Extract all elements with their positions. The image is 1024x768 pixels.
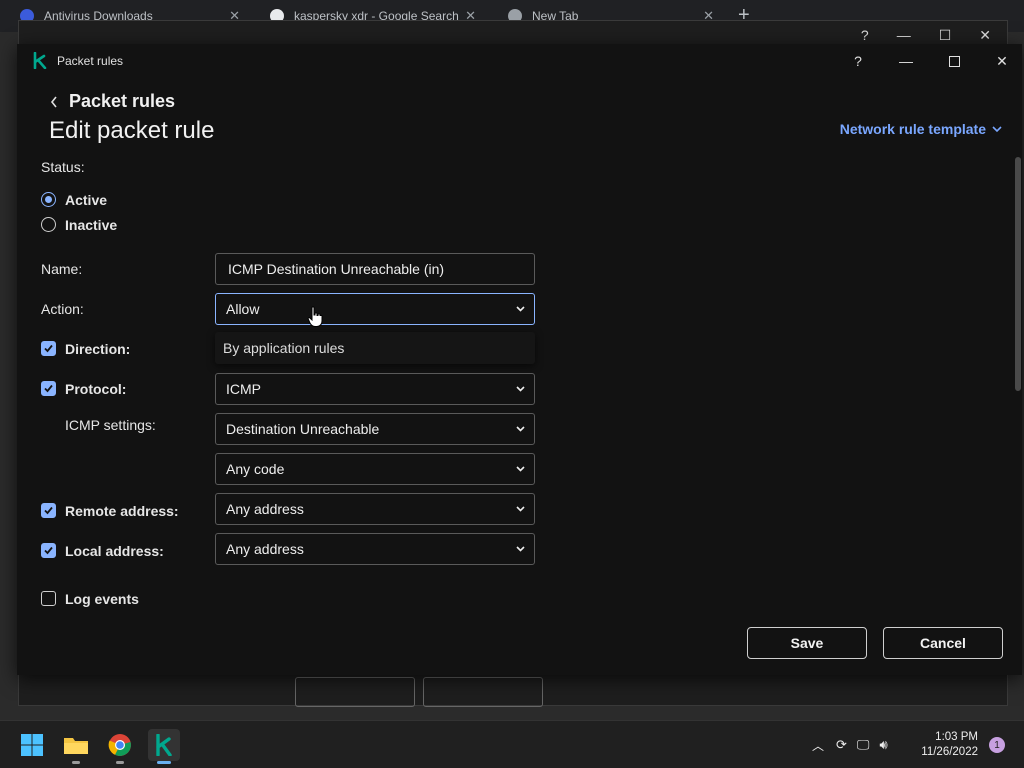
status-active-radio[interactable]	[41, 192, 56, 207]
file-explorer-icon[interactable]	[60, 729, 92, 764]
edit-packet-rule-dialog: Packet rules ? — ✕ Packet rules Edit pac…	[17, 44, 1022, 675]
system-tray: ︿ ⟳ 🖵 🔊︎	[812, 721, 888, 768]
remote-address-label[interactable]: Remote address:	[65, 503, 179, 519]
action-dropdown-option[interactable]: By application rules	[215, 332, 535, 364]
chevron-down-icon	[516, 546, 525, 552]
window-title: Packet rules	[57, 54, 124, 68]
kaspersky-taskbar-icon[interactable]	[148, 729, 180, 764]
running-indicator	[72, 761, 80, 764]
name-input-value[interactable]: ICMP Destination Unreachable (in)	[228, 261, 444, 277]
help-icon[interactable]: ?	[847, 50, 869, 72]
log-events-checkbox[interactable]	[41, 591, 56, 606]
checkmark-icon	[44, 506, 53, 515]
kaspersky-logo-icon	[33, 52, 47, 69]
remote-address-value[interactable]: Any address	[226, 501, 304, 517]
action-option-label[interactable]: By application rules	[223, 340, 344, 356]
running-indicator	[116, 761, 124, 764]
help-icon[interactable]: ?	[861, 27, 869, 44]
chrome-icon[interactable]	[104, 729, 136, 764]
name-label: Name:	[41, 261, 83, 277]
background-button[interactable]	[423, 677, 543, 707]
chevron-down-icon	[516, 386, 525, 392]
icmp-type-select[interactable]: Destination Unreachable	[215, 413, 535, 445]
checkmark-icon	[44, 546, 53, 555]
action-select[interactable]: Allow	[215, 293, 535, 325]
chevron-down-icon	[516, 466, 525, 472]
status-inactive-label[interactable]: Inactive	[65, 217, 117, 233]
local-address-select[interactable]: Any address	[215, 533, 535, 565]
network-icon[interactable]: 🖵	[857, 737, 870, 753]
protocol-select[interactable]: ICMP	[215, 373, 535, 405]
close-icon[interactable]: ✕	[991, 50, 1013, 72]
windows-start-icon[interactable]	[16, 729, 48, 761]
icmp-settings-label: ICMP settings:	[65, 417, 156, 433]
remote-address-checkbox[interactable]	[41, 503, 56, 518]
local-address-checkbox[interactable]	[41, 543, 56, 558]
network-rule-template-link[interactable]: Network rule template	[840, 121, 1002, 137]
background-button[interactable]	[295, 677, 415, 707]
remote-address-select[interactable]: Any address	[215, 493, 535, 525]
local-address-label[interactable]: Local address:	[65, 543, 164, 559]
taskbar: ︿ ⟳ 🖵 🔊︎ 1:03 PM 11/26/2022 1	[0, 720, 1024, 768]
checkmark-icon	[44, 384, 53, 393]
breadcrumb[interactable]: Packet rules	[49, 91, 175, 112]
icmp-code-value[interactable]: Any code	[226, 461, 284, 477]
chevron-down-icon	[516, 506, 525, 512]
page-title: Edit packet rule	[49, 117, 215, 144]
status-inactive-radio[interactable]	[41, 217, 56, 232]
log-events-label[interactable]: Log events	[65, 591, 139, 607]
action-label: Action:	[41, 301, 84, 317]
action-select-value[interactable]: Allow	[226, 301, 259, 317]
notification-badge[interactable]: 1	[989, 737, 1005, 753]
volume-icon[interactable]: 🔊︎	[879, 737, 887, 753]
minimize-icon[interactable]: —	[895, 50, 917, 72]
status-active-label[interactable]: Active	[65, 192, 107, 208]
sync-icon[interactable]: ⟳	[836, 737, 847, 753]
protocol-label[interactable]: Protocol:	[65, 381, 126, 397]
direction-label[interactable]: Direction:	[65, 341, 130, 357]
clock-date: 11/26/2022	[921, 746, 978, 758]
hand-cursor-icon	[307, 306, 323, 327]
background-window-controls: ? — ☐ ✕	[861, 27, 991, 44]
titlebar: Packet rules ? — ✕	[17, 44, 1022, 77]
minimize-icon[interactable]: —	[897, 27, 911, 44]
status-label: Status:	[41, 159, 85, 175]
local-address-value[interactable]: Any address	[226, 541, 304, 557]
direction-checkbox[interactable]	[41, 341, 56, 356]
template-link-label[interactable]: Network rule template	[840, 121, 986, 137]
checkmark-icon	[44, 344, 53, 353]
cancel-button[interactable]: Cancel	[883, 627, 1003, 659]
save-button[interactable]: Save	[747, 627, 867, 659]
maximize-icon[interactable]: ☐	[939, 27, 952, 44]
chevron-left-icon[interactable]	[49, 95, 59, 109]
chevron-up-icon[interactable]: ︿	[812, 737, 824, 754]
icmp-type-value[interactable]: Destination Unreachable	[226, 421, 379, 437]
chevron-down-icon	[516, 426, 525, 432]
scrollbar-thumb[interactable]	[1015, 157, 1021, 391]
clock-time: 1:03 PM	[935, 731, 978, 743]
chevron-down-icon	[516, 306, 525, 312]
icmp-code-select[interactable]: Any code	[215, 453, 535, 485]
protocol-select-value[interactable]: ICMP	[226, 381, 261, 397]
running-indicator	[157, 761, 171, 764]
breadcrumb-label[interactable]: Packet rules	[69, 91, 175, 112]
protocol-checkbox[interactable]	[41, 381, 56, 396]
close-icon[interactable]: ✕	[979, 27, 991, 44]
maximize-icon[interactable]	[943, 50, 965, 72]
chevron-down-icon	[992, 125, 1002, 132]
name-input[interactable]: ICMP Destination Unreachable (in)	[215, 253, 535, 285]
taskbar-clock[interactable]: 1:03 PM 11/26/2022	[921, 730, 978, 760]
